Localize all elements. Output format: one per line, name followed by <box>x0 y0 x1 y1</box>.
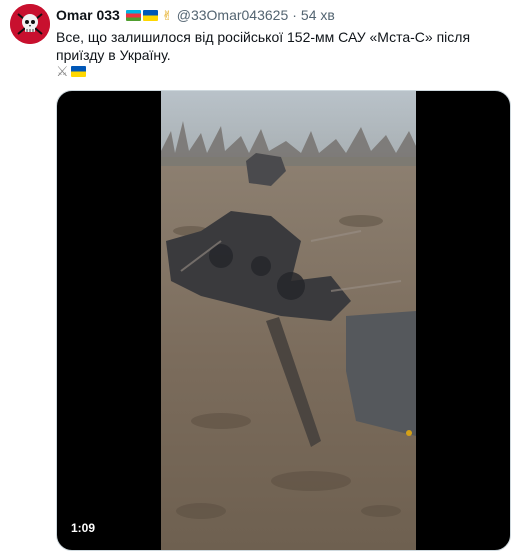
author-handle[interactable]: @33Omar043625 <box>177 7 289 23</box>
azerbaijan-flag-icon <box>125 9 141 21</box>
timestamp[interactable]: 54 хв <box>301 7 335 23</box>
separator-dot: · <box>292 7 297 23</box>
tweet[interactable]: Omar 033 ✌ @33Omar043625 · 54 хв Все, що… <box>0 0 520 556</box>
emoji-row: ⚔ <box>56 64 88 78</box>
ukraine-flag-icon <box>70 65 86 77</box>
video-thumbnail[interactable] <box>161 91 416 551</box>
avatar[interactable] <box>10 4 50 44</box>
crossed-swords-icon: ⚔ <box>56 63 69 79</box>
video-duration: 1:09 <box>66 520 101 536</box>
video-player[interactable]: 1:09 <box>56 90 511 551</box>
author-name[interactable]: Omar 033 <box>56 7 120 23</box>
tweet-header: Omar 033 ✌ @33Omar043625 · 54 хв <box>56 6 335 24</box>
skull-icon <box>10 4 50 44</box>
victory-hand-icon: ✌ <box>161 7 173 23</box>
tweet-text: Все, що залишилося від російської 152-мм… <box>56 29 471 63</box>
ukraine-flag-icon <box>142 9 158 21</box>
